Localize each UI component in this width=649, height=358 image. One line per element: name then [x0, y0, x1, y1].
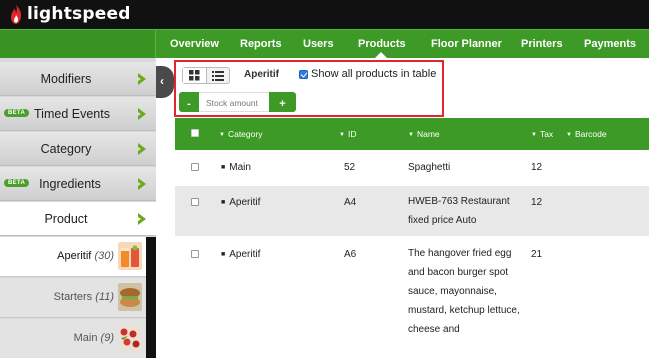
subcategory-count: (9)	[100, 332, 114, 344]
subcategory-label: Main (9)	[74, 332, 114, 344]
subcategory-count: (30)	[94, 250, 114, 262]
tab-payments[interactable]: Payments	[584, 30, 636, 58]
cell-name: HWEB-763 Restaurant fixed price Auto	[408, 196, 510, 226]
column-header-tax[interactable]: ▼ Tax	[531, 129, 553, 139]
sidebar-item-modifiers[interactable]: Modifiers	[0, 62, 156, 96]
subcategory-name: Main	[73, 332, 98, 344]
table-row[interactable]: Aperitif A6 The hangover fried egg and b…	[175, 236, 649, 358]
column-label: ID	[347, 129, 357, 139]
column-header-barcode[interactable]: ▼ Barcode	[566, 129, 607, 139]
tab-overview[interactable]: Overview	[170, 30, 219, 58]
aperitif-thumbnail	[118, 242, 142, 270]
show-all-toggle[interactable]: Show all products in table	[299, 68, 436, 80]
row-checkbox[interactable]	[191, 163, 199, 171]
sort-icon: ▼	[219, 132, 225, 138]
table-row[interactable]: Aperitif A4 HWEB-763 Restaurant fixed pr…	[175, 186, 649, 236]
cell-id: 52	[344, 162, 356, 173]
subcategory-starters[interactable]: Starters (11)	[0, 278, 146, 318]
main-thumbnail	[118, 324, 142, 352]
row-checkbox[interactable]	[191, 198, 199, 206]
sidebar-item-timed-events[interactable]: BETA Timed Events	[0, 97, 156, 131]
column-label: Tax	[539, 129, 554, 139]
sidebar-item-ingredients[interactable]: BETA Ingredients	[0, 167, 156, 201]
subcategory-name: Starters	[53, 291, 93, 303]
column-header-id[interactable]: ▼ ID	[339, 129, 356, 139]
cell-category: Aperitif	[221, 197, 260, 208]
subcategory-count: (11)	[95, 291, 114, 303]
subcategory-scrollbar[interactable]	[146, 237, 156, 358]
chevron-right-icon	[138, 73, 146, 85]
select-all-checkbox[interactable]	[191, 129, 199, 137]
chevron-left-icon: ‹	[160, 74, 164, 88]
subcategory-aperitif[interactable]: Aperitif (30)	[0, 237, 146, 277]
chevron-right-icon	[138, 108, 146, 120]
tab-floor-planner[interactable]: Floor Planner	[431, 30, 502, 58]
stock-amount-input[interactable]: Stock amount	[199, 92, 269, 112]
cell-tax: 12	[531, 162, 543, 173]
cell-name: Spaghetti	[408, 162, 451, 173]
list-view-button[interactable]	[207, 68, 230, 83]
subcategory-name: Aperitif	[57, 250, 92, 262]
sort-icon: ▼	[408, 132, 414, 138]
chevron-right-icon	[138, 213, 146, 225]
subcategory-label: Starters (11)	[54, 291, 114, 303]
sidebar-item-category[interactable]: Category	[0, 132, 156, 166]
sort-icon: ▼	[339, 132, 345, 138]
top-brand-bar: lightspeed	[0, 0, 649, 29]
cell-tax: 21	[531, 249, 543, 260]
brand-wordmark: lightspeed	[27, 4, 131, 24]
column-header-category[interactable]: ▼ Category	[219, 129, 262, 139]
grid-view-button[interactable]	[183, 68, 207, 83]
cell-category: Main	[221, 162, 251, 173]
sidebar-item-label: Timed Events	[34, 107, 110, 121]
stock-increment-button[interactable]: +	[269, 92, 296, 112]
sidebar-item-product[interactable]: Product	[0, 202, 156, 236]
chevron-right-icon	[138, 178, 146, 190]
cell-category: Aperitif	[221, 249, 260, 260]
list-icon	[211, 70, 224, 81]
brand-logo[interactable]: lightspeed	[8, 3, 131, 25]
subcategory-main[interactable]: Main (9)	[0, 319, 146, 358]
active-tab-caret	[375, 52, 387, 58]
subcategory-label: Aperitif (30)	[57, 250, 114, 262]
tab-users[interactable]: Users	[303, 30, 334, 58]
sidebar-item-label: Ingredients	[39, 177, 101, 191]
stock-stepper: - Stock amount +	[179, 92, 296, 112]
starters-thumbnail	[118, 283, 142, 311]
view-toggle[interactable]	[182, 67, 230, 84]
column-label: Name	[416, 129, 440, 139]
breadcrumb: Aperitif	[244, 69, 279, 80]
cell-id: A6	[344, 249, 357, 260]
row-checkbox[interactable]	[191, 250, 199, 258]
collapse-sidebar-button[interactable]: ‹	[156, 66, 174, 98]
flame-icon	[11, 4, 22, 24]
cell-name: The hangover fried egg and bacon burger …	[408, 248, 520, 335]
column-label: Barcode	[574, 129, 607, 139]
sidebar-item-label: Modifiers	[40, 72, 92, 86]
sidebar-item-label: Category	[40, 142, 92, 156]
stock-decrement-button[interactable]: -	[179, 92, 199, 112]
tab-reports[interactable]: Reports	[240, 30, 282, 58]
cell-tax: 12	[531, 197, 543, 208]
show-all-label: Show all products in table	[311, 68, 437, 80]
product-toolbar: Aperitif Show all products in table - St…	[175, 60, 649, 118]
column-header-name[interactable]: ▼ Name	[408, 129, 440, 139]
sort-icon: ▼	[531, 132, 537, 138]
nav-left-spacer	[0, 30, 156, 58]
show-all-checkbox[interactable]	[299, 69, 308, 79]
cell-id: A4	[344, 197, 357, 208]
tab-printers[interactable]: Printers	[521, 30, 563, 58]
table-header: ▼ Category ▼ ID ▼ Name ▼ Tax ▼ Barcode	[175, 118, 649, 150]
grid-icon	[188, 70, 200, 81]
column-label: Category	[227, 129, 263, 139]
sort-icon: ▼	[566, 132, 572, 138]
sidebar: Modifiers BETA Timed Events Category BET…	[0, 58, 156, 358]
main-nav: Overview Reports Users Products Floor Pl…	[0, 29, 649, 58]
table-row[interactable]: Main 52 Spaghetti 12	[175, 150, 649, 186]
sidebar-item-label: Product	[44, 212, 88, 226]
chevron-right-icon	[138, 143, 146, 155]
